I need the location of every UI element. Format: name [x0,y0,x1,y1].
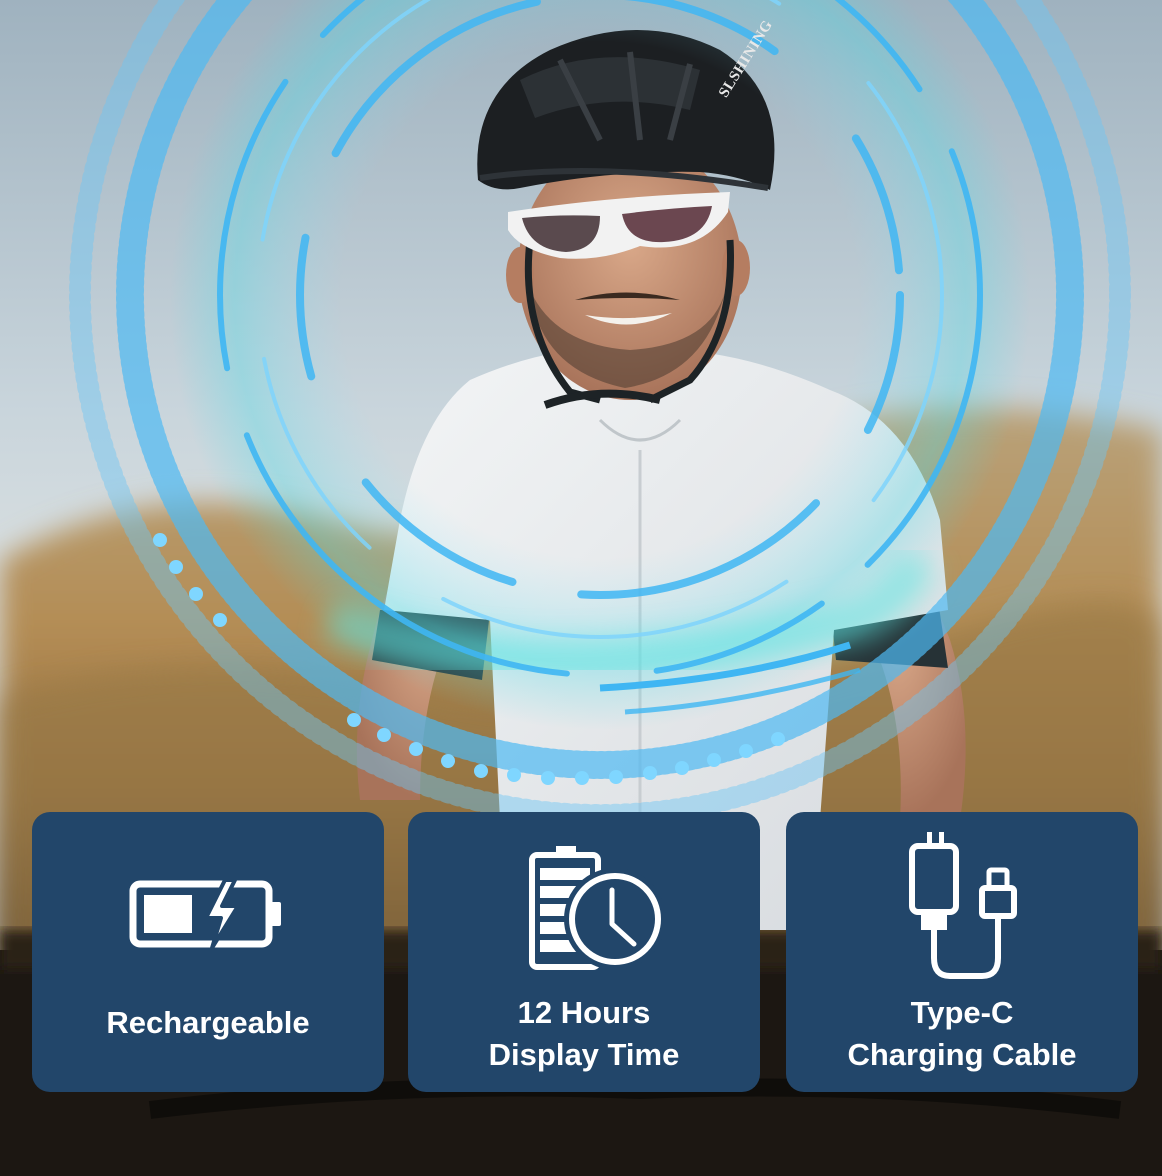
feature-label-line: Type-C [910,995,1014,1030]
feature-card-display-time: 12 Hours Display Time [408,812,760,1092]
feature-label: Rechargeable [32,1002,384,1044]
feature-label-line: Display Time [488,1037,680,1072]
feature-label-line: Rechargeable [106,1005,310,1040]
battery-charging-icon [32,874,384,954]
feature-label: 12 Hours Display Time [408,992,760,1076]
feature-card-type-c-cable: Type-C Charging Cable [786,812,1138,1092]
feature-label-line: 12 Hours [517,995,651,1030]
feature-label: Type-C Charging Cable [786,992,1138,1076]
feature-card-rechargeable: Rechargeable [32,812,384,1092]
feature-label-line: Charging Cable [847,1037,1077,1072]
battery-clock-icon [408,846,760,972]
type-c-cable-icon [786,828,1138,980]
